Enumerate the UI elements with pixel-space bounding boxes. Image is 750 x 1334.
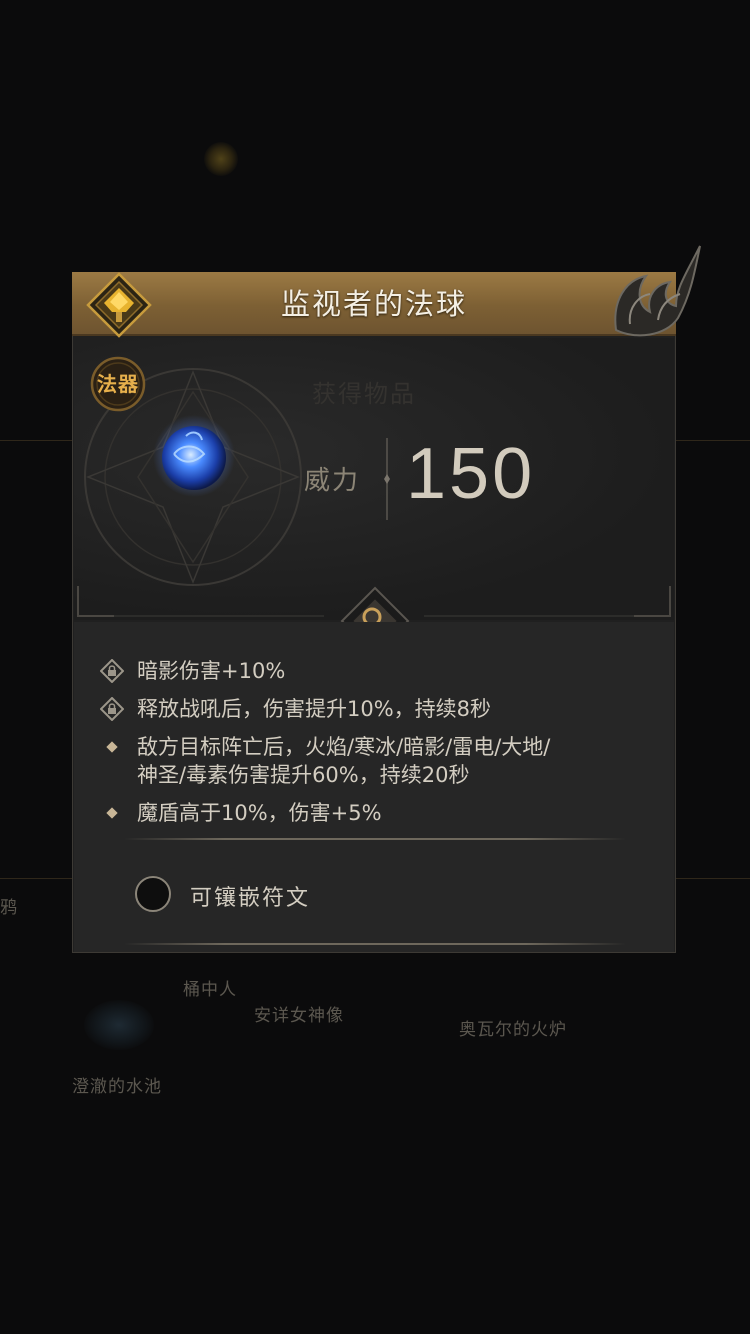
- affix-text: 释放战吼后，伤害提升10%，持续8秒: [137, 697, 492, 721]
- map-label-crow[interactable]: 鸦: [0, 893, 18, 918]
- item-category-label: 法器: [97, 372, 139, 396]
- power-stat-value: 150: [406, 434, 536, 514]
- section-divider: [124, 943, 626, 945]
- section-divider: [124, 838, 626, 840]
- affix-text: 神圣/毒素伤害提升60%，持续20秒: [137, 763, 470, 787]
- affix-text: 敌方目标阵亡后，火焰/寒冰/暗影/雷电/大地/: [137, 735, 551, 759]
- power-stat-label: 威力: [304, 466, 361, 496]
- corner-ornament-icon: [614, 245, 701, 337]
- acquired-watermark: 获得物品: [312, 380, 416, 408]
- locked-affix-icon: [100, 659, 124, 683]
- locked-affix-icon: [100, 697, 124, 721]
- map-label-furnace[interactable]: 奥瓦尔的火炉: [459, 1015, 567, 1040]
- map-label-goddess-statue[interactable]: 安详女神像: [254, 1001, 344, 1026]
- rune-socket-label: 可镶嵌符文: [190, 886, 311, 911]
- map-node-icon: [84, 1000, 154, 1050]
- stat-divider: [384, 438, 390, 520]
- map-label-barrel-man[interactable]: 桶中人: [183, 975, 237, 1000]
- item-name-title: 监视者的法球: [280, 287, 467, 321]
- map-label-clear-pool[interactable]: 澄澈的水池: [72, 1072, 162, 1097]
- affix-text: 暗影伤害+10%: [137, 659, 286, 683]
- arcane-orb-icon: [153, 415, 235, 497]
- affix-text: 魔盾高于10%，伤害+5%: [137, 801, 382, 825]
- rarity-emblem-icon: [86, 272, 152, 338]
- map-light-icon: [204, 142, 238, 176]
- rune-socket-button[interactable]: [135, 876, 171, 912]
